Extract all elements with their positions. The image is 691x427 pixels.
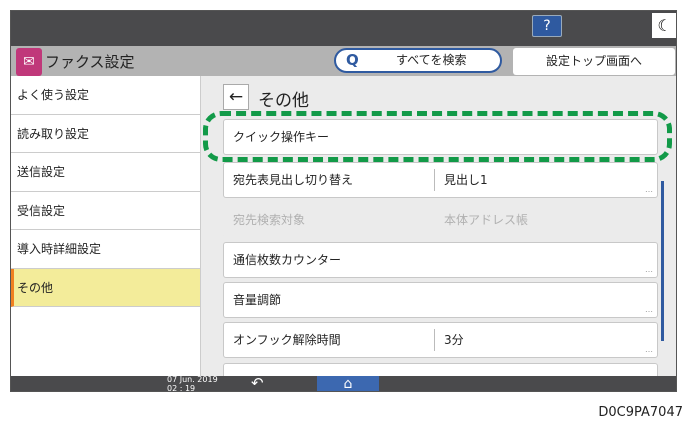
top-bar: ? ☾ bbox=[11, 11, 676, 46]
header: ✉ ファクス設定 Q すべてを検索 設定トップ画面へ bbox=[11, 46, 676, 76]
screen: ? ☾ ✉ ファクス設定 Q すべてを検索 設定トップ画面へ よく使う設定 読み… bbox=[10, 10, 677, 392]
home-button[interactable]: ⌂ bbox=[317, 376, 379, 392]
row-onhook-time[interactable]: オンフック解除時間 3分 … bbox=[223, 322, 658, 358]
settings-top-button[interactable]: 設定トップ画面へ bbox=[513, 48, 675, 75]
sleep-moon-icon[interactable]: ☾ bbox=[652, 13, 676, 38]
row-address-heading[interactable]: 宛先表見出し切り替え 見出し1… bbox=[223, 162, 658, 198]
home-icon: ⌂ bbox=[343, 376, 353, 392]
sidebar-item-scan[interactable]: 読み取り設定 bbox=[11, 115, 200, 153]
search-label: すべてを検索 bbox=[396, 53, 467, 67]
sidebar-item-send[interactable]: 送信設定 bbox=[11, 153, 200, 192]
row-label: 宛先表見出し切り替え bbox=[233, 173, 354, 187]
row-label: オンフック解除時間 bbox=[233, 333, 341, 347]
row-value: 見出し1 bbox=[434, 169, 488, 191]
page-title: その他 bbox=[258, 91, 309, 111]
sidebar-item-install[interactable]: 導入時詳細設定 bbox=[11, 230, 200, 269]
figure-code: D0C9PA7047 bbox=[598, 405, 683, 420]
date: 07 Jun. 2019 bbox=[167, 375, 218, 384]
highlight-dashed-oval bbox=[203, 111, 672, 162]
scrollbar[interactable] bbox=[661, 181, 664, 341]
more-icon: … bbox=[645, 345, 653, 354]
row-volume[interactable]: 音量調節… bbox=[223, 282, 658, 318]
row-label: 宛先検索対象 bbox=[233, 213, 306, 227]
time: 02 : 19 bbox=[167, 384, 196, 392]
app-title: ファクス設定 bbox=[45, 53, 135, 71]
undo-icon[interactable]: ↶ bbox=[251, 374, 264, 391]
row-value: 3分 bbox=[434, 329, 464, 351]
fax-icon: ✉ bbox=[16, 48, 42, 76]
sidebar-item-other[interactable]: その他 bbox=[11, 268, 200, 307]
back-arrow-icon[interactable]: ← bbox=[223, 84, 249, 110]
sidebar-item-receive[interactable]: 受信設定 bbox=[11, 192, 200, 230]
help-button[interactable]: ? bbox=[532, 15, 562, 37]
search-icon: Q bbox=[346, 51, 359, 69]
row-label: 音量調節 bbox=[233, 293, 282, 307]
bottom-bar: 07 Jun. 2019 02 : 19 ↶ ⌂ bbox=[11, 374, 676, 392]
date-time: 07 Jun. 2019 02 : 19 bbox=[167, 375, 218, 392]
row-counter[interactable]: 通信枚数カウンター… bbox=[223, 242, 658, 278]
row-value: 本体アドレス帳 bbox=[434, 209, 528, 231]
sidebar-item-frequent[interactable]: よく使う設定 bbox=[11, 76, 200, 115]
sidebar: よく使う設定 読み取り設定 送信設定 受信設定 導入時詳細設定 その他 bbox=[11, 76, 201, 376]
row-label: 通信枚数カウンター bbox=[233, 253, 342, 267]
row-address-search-target: 宛先検索対象 本体アドレス帳 bbox=[223, 202, 658, 238]
search-all-button[interactable]: Q すべてを検索 bbox=[334, 48, 502, 73]
